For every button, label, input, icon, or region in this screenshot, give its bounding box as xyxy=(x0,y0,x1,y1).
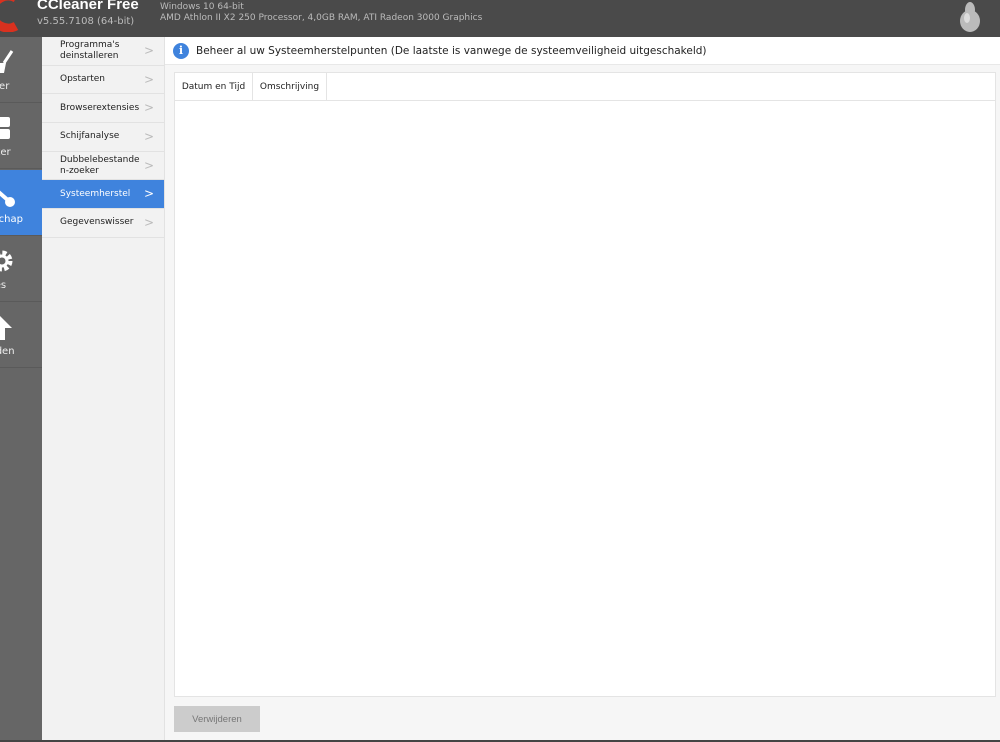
submenu-drive-wiper[interactable]: Gegevenswisser > xyxy=(42,209,164,238)
hardware-info: AMD Athlon II X2 250 Processor, 4,0GB RA… xyxy=(160,13,483,23)
chevron-right-icon: > xyxy=(143,100,154,115)
nav-cleaner[interactable]: Cleaner xyxy=(0,37,42,103)
chevron-right-icon: > xyxy=(143,43,154,58)
main-nav: Cleaner Register Gereedschap Opties Upgr… xyxy=(0,37,42,742)
nav-label: Cleaner xyxy=(0,81,10,92)
app-version: v5.55.7108 (64-bit) xyxy=(37,16,135,27)
app-title: CCleaner Free xyxy=(37,0,139,13)
nav-label: Gereedschap xyxy=(0,214,23,225)
nav-options[interactable]: Opties xyxy=(0,236,42,302)
registry-icon xyxy=(0,117,10,139)
info-text: Beheer al uw Systeemherstelpunten (De la… xyxy=(196,44,707,57)
submenu-disk-analysis[interactable]: Schijfanalyse > xyxy=(42,123,164,152)
chevron-right-icon: > xyxy=(143,158,154,173)
submenu-browser-extensions[interactable]: Browserextensies > xyxy=(42,94,164,124)
tools-submenu: Programma's deinstalleren > Opstarten > Br… xyxy=(42,37,165,742)
submenu-label: Gegevenswisser xyxy=(60,217,134,228)
submenu-label: Dubbelebestanden-zoeker xyxy=(60,154,140,176)
nav-tools[interactable]: Gereedschap xyxy=(0,170,42,236)
restore-points-table[interactable]: Datum en Tijd Omschrijving xyxy=(174,72,996,697)
submenu-system-restore[interactable]: Systeemherstel > xyxy=(42,180,164,210)
app-header: CCleaner Free v5.55.7108 (64-bit) Window… xyxy=(0,0,1000,37)
submenu-duplicate-finder[interactable]: Dubbelebestanden-zoeker > xyxy=(42,152,164,181)
ccleaner-logo-icon xyxy=(0,0,19,32)
submenu-label: Opstarten xyxy=(60,74,105,85)
gear-icon xyxy=(0,250,13,272)
nav-label: Upgraden xyxy=(0,346,15,357)
wrench-icon xyxy=(0,190,15,207)
submenu-label: Schijfanalyse xyxy=(60,131,120,142)
submenu-label: Browserextensies xyxy=(60,102,140,113)
submenu-label: Systeemherstel xyxy=(60,188,131,199)
submenu-uninstall[interactable]: Programma's deinstalleren > xyxy=(42,37,164,66)
column-header-date[interactable]: Datum en Tijd xyxy=(175,73,253,100)
submenu-label: Programma's deinstalleren xyxy=(60,39,120,61)
os-info: Windows 10 64-bit xyxy=(160,2,244,12)
chevron-right-icon: > xyxy=(143,129,154,144)
nav-upgrade[interactable]: Upgraden xyxy=(0,302,42,368)
chevron-right-icon: > xyxy=(143,72,154,87)
nav-register[interactable]: Register xyxy=(0,103,42,169)
table-header: Datum en Tijd Omschrijving xyxy=(175,73,995,101)
broom-icon xyxy=(0,50,14,73)
info-icon: i xyxy=(173,42,189,59)
submenu-startup[interactable]: Opstarten > xyxy=(42,66,164,95)
pear-icon xyxy=(960,2,980,32)
nav-label: Register xyxy=(0,147,11,158)
nav-label: Opties xyxy=(0,280,7,291)
chevron-right-icon: > xyxy=(143,215,154,230)
column-header-description[interactable]: Omschrijving xyxy=(253,73,327,100)
info-bar: i Beheer al uw Systeemherstelpunten (De … xyxy=(165,37,1000,65)
chevron-right-icon: > xyxy=(143,186,154,201)
upgrade-arrow-icon xyxy=(0,316,12,340)
delete-button[interactable]: Verwijderen xyxy=(174,706,260,732)
